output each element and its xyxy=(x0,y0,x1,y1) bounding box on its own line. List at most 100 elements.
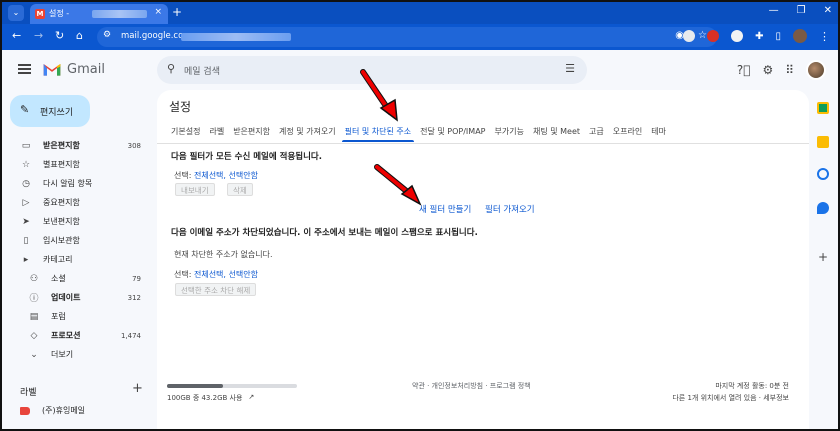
new-tab-button[interactable]: + xyxy=(172,5,182,19)
external-link-icon[interactable]: ↗ xyxy=(248,393,254,403)
nav-item[interactable]: ◷ 다시 알림 항목 xyxy=(2,174,157,193)
nav-item-count: 79 xyxy=(132,274,141,283)
settings-tab[interactable]: 전달 및 POP/IMAP xyxy=(420,126,485,137)
export-button[interactable]: 내보내기 xyxy=(175,183,215,196)
settings-tab[interactable]: 채팅 및 Meet xyxy=(533,126,580,137)
delete-button[interactable]: 삭제 xyxy=(227,183,253,196)
nav-item[interactable]: ⌄ 더보기 xyxy=(2,345,157,364)
import-filter-link[interactable]: 필터 가져오기 xyxy=(485,203,535,215)
footer-links[interactable]: 약관 · 개인정보처리방침 · 프로그램 정책 xyxy=(412,381,531,391)
nav-item[interactable]: ▭ 받은편지함 308 xyxy=(2,136,157,155)
settings-tab[interactable]: 오프라인 xyxy=(613,126,642,137)
label-item[interactable]: (주)휴잉메일 xyxy=(20,405,85,416)
nav-item[interactable]: ◇ 프로모션 1,474 xyxy=(2,326,157,345)
labels-heading: 라벨 xyxy=(20,388,37,398)
nav-item[interactable]: ⚇ 소셜 79 xyxy=(2,269,157,288)
tasks-icon[interactable] xyxy=(817,168,829,180)
storage-text: 100GB 중 43.2GB 사용 xyxy=(167,394,243,402)
unblock-button[interactable]: 선택한 주소 차단 해제 xyxy=(175,283,257,296)
sidebar: ✎ 편지쓰기 ▭ 받은편지함 308 ☆ 별표편지함 ◷ 다시 알림 항목 ▷ 중요편지함 ➤ 보낸… xyxy=(2,90,157,429)
back-icon[interactable]: ← xyxy=(12,29,21,42)
clock-icon: ◷ xyxy=(22,178,30,189)
close-window-button[interactable]: ✕ xyxy=(824,5,832,16)
site-info-icon[interactable]: ⚙ xyxy=(103,30,111,40)
create-filter-link[interactable]: 새 필터 만들기 xyxy=(419,203,471,215)
other-location-details[interactable]: 다른 1개 위치에서 열려 있음 · 세부정보 xyxy=(672,393,789,403)
browser-tab-strip: ⌄ M 설정 - × + — ❐ ✕ xyxy=(2,2,838,24)
select-none-link[interactable]: 선택안함 xyxy=(229,270,258,279)
search-options-icon[interactable]: ☰ xyxy=(565,62,575,75)
account-avatar[interactable] xyxy=(806,60,826,80)
reload-icon[interactable]: ↻ xyxy=(55,29,64,42)
select-prefix: 선택: xyxy=(174,171,194,180)
nav-item[interactable]: ☆ 별표편지함 xyxy=(2,155,157,174)
app-window: ⌄ M 설정 - × + — ❐ ✕ ← → ↻ ⌂ ⚙ mail.google… xyxy=(0,0,840,431)
filters-heading: 다음 필터가 모든 수신 메일에 적용됩니다. xyxy=(171,152,322,162)
nav-item-label: 소셜 xyxy=(51,274,66,283)
nav-item[interactable]: ▯ 임시보관함 xyxy=(2,231,157,250)
main-menu-icon[interactable] xyxy=(18,64,31,74)
label-item-text: (주)휴잉메일 xyxy=(42,406,86,415)
select-all-link[interactable]: 전체선택 xyxy=(194,171,223,180)
settings-tab[interactable]: 기본설정 xyxy=(171,126,200,137)
forward-icon[interactable]: → xyxy=(34,29,43,42)
search-input[interactable]: 메일 검색 xyxy=(184,64,220,77)
tab-close-icon[interactable]: × xyxy=(154,7,162,17)
nav-item[interactable]: ➤ 보낸편지함 xyxy=(2,212,157,231)
tab-search-button[interactable]: ⌄ xyxy=(8,5,24,21)
maximize-button[interactable]: ❐ xyxy=(797,5,806,16)
settings-tab[interactable]: 필터 및 차단된 주소 xyxy=(341,126,414,142)
nav-item-label: 프로모션 xyxy=(51,331,81,340)
nav-item[interactable]: ⓘ 업데이트 312 xyxy=(2,288,157,307)
extension-icon-1[interactable] xyxy=(683,30,696,42)
browser-toolbar: ← → ↻ ⌂ ⚙ mail.google.com ◉ ☆ ✚ ▯ ⋮ xyxy=(2,24,838,50)
select-all-link[interactable]: 전체선택 xyxy=(194,270,223,279)
blocked-select-line: 선택: 전체선택, 선택안함 xyxy=(174,269,258,280)
extensions-area: ✚ ▯ ⋮ xyxy=(683,29,830,43)
apps-grid-icon[interactable]: ⠿ xyxy=(785,63,794,77)
settings-tab-row: 기본설정 라벨 받은편지함 계정 및 가져오기 필터 및 차단된 주소 전달 및 POP/… xyxy=(171,126,666,142)
chevron-down-icon: ⌄ xyxy=(30,349,38,360)
profile-avatar[interactable] xyxy=(793,29,807,43)
minimize-button[interactable]: — xyxy=(769,5,779,16)
nav-item[interactable]: ▤ 포럼 xyxy=(2,307,157,326)
side-panel-icon[interactable]: ▯ xyxy=(775,31,781,42)
draft-icon: ▯ xyxy=(23,235,29,246)
select-none-link[interactable]: 선택안함 xyxy=(229,171,258,180)
nav-item-label: 더보기 xyxy=(51,350,74,359)
calendar-icon[interactable] xyxy=(817,102,829,114)
keep-icon[interactable] xyxy=(817,136,829,148)
compose-label: 편지쓰기 xyxy=(40,108,74,118)
nav-item[interactable]: ▸ 카테고리 xyxy=(2,250,157,269)
browser-tab-gmail-settings[interactable]: M 설정 - × xyxy=(30,4,168,24)
settings-tab[interactable]: 라벨 xyxy=(209,126,224,137)
home-icon[interactable]: ⌂ xyxy=(76,29,83,42)
settings-tab[interactable]: 테마 xyxy=(651,126,666,137)
extension-icon-2[interactable] xyxy=(707,30,720,42)
nav-item[interactable]: ▷ 중요편지함 xyxy=(2,193,157,212)
settings-tab[interactable]: 고급 xyxy=(589,126,604,137)
chrome-menu-icon[interactable]: ⋮ xyxy=(819,30,830,43)
settings-panel: 설정 기본설정 라벨 받은편지함 계정 및 가져오기 필터 및 차단된 주소 전달 및 P… xyxy=(157,90,809,429)
gmail-favicon-icon: M xyxy=(35,9,45,19)
gear-icon[interactable]: ⚙ xyxy=(762,63,773,77)
pencil-icon: ✎ xyxy=(20,103,30,116)
extension-icon-3[interactable] xyxy=(731,30,744,42)
settings-tab[interactable]: 부가기능 xyxy=(495,126,524,137)
tag-icon: ◇ xyxy=(30,330,38,341)
add-label-button[interactable]: + xyxy=(132,381,143,396)
tab-title: 설정 - xyxy=(49,9,70,18)
compose-button[interactable]: ✎ 편지쓰기 xyxy=(10,95,90,127)
settings-tab[interactable]: 계정 및 가져오기 xyxy=(279,126,336,137)
contacts-icon[interactable] xyxy=(817,202,829,214)
url-redacted xyxy=(181,33,291,41)
add-addon-icon[interactable]: + xyxy=(818,250,828,264)
search-bar[interactable]: ⚲ 메일 검색 ☰ xyxy=(157,56,587,84)
extensions-puzzle-icon[interactable]: ✚ xyxy=(755,31,763,42)
help-icon[interactable]: ?⃝ xyxy=(737,63,751,77)
storage-bar-fill xyxy=(167,384,223,388)
settings-tab[interactable]: 받은편지함 xyxy=(233,126,270,137)
search-icon[interactable]: ⚲ xyxy=(167,62,175,75)
address-bar[interactable]: ⚙ mail.google.com ◉ ☆ xyxy=(97,27,717,47)
info-icon: ⓘ xyxy=(29,294,39,304)
